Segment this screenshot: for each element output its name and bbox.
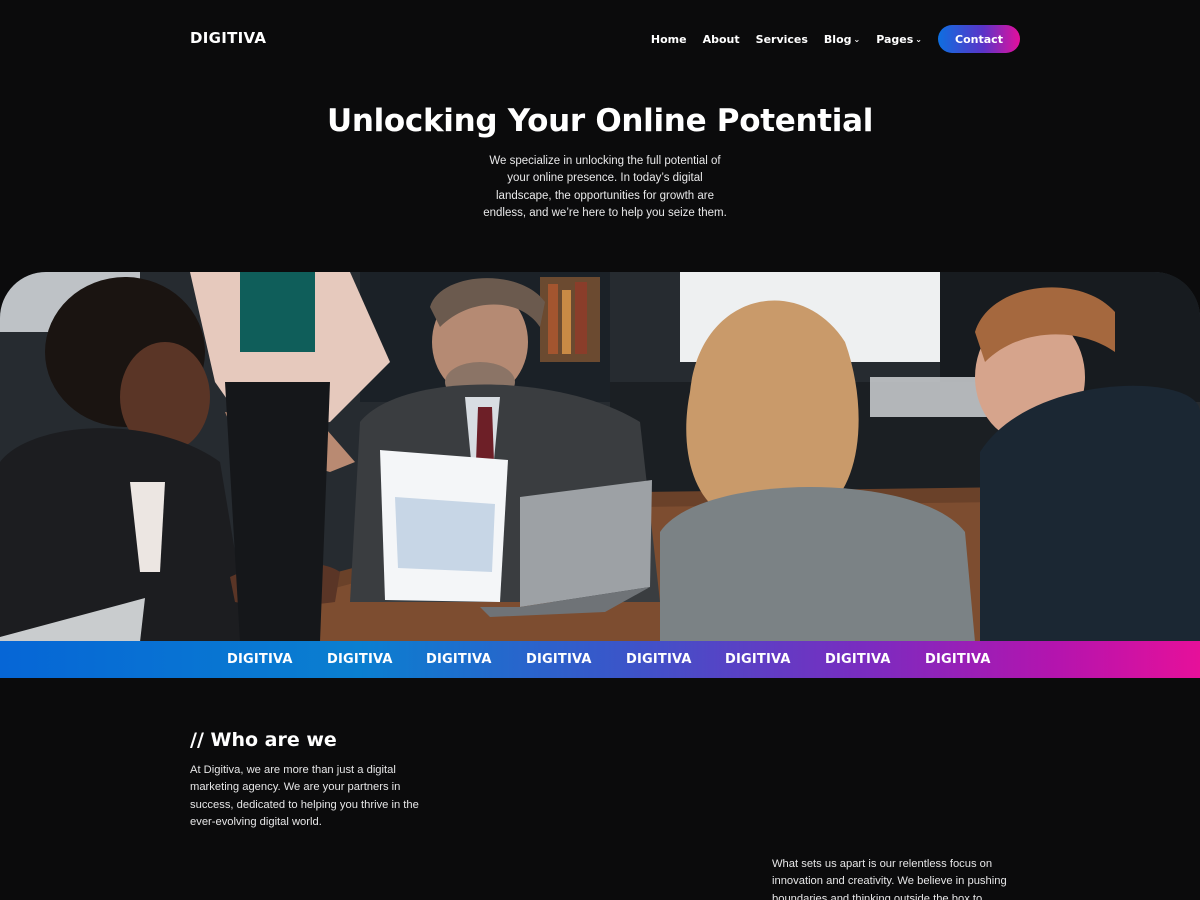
chevron-down-icon: ⌄ (853, 35, 861, 44)
contact-button[interactable]: Contact (938, 25, 1020, 53)
marquee-item: DIGITIVA (725, 652, 791, 667)
site-header: DIGITIVA Home About Services Blog ⌄ Page… (0, 0, 1200, 80)
site-logo[interactable]: DIGITIVA (190, 29, 266, 47)
nav-blog[interactable]: Blog ⌄ (824, 33, 860, 46)
what-sets-us-apart-text: What sets us apart is our relentless foc… (772, 858, 1007, 900)
who-are-we-heading: // Who are we (190, 729, 337, 751)
who-are-we-text: At Digitiva, we are more than just a dig… (190, 764, 419, 828)
marquee-item: DIGITIVA (825, 652, 891, 667)
marquee-item: DIGITIVA (925, 652, 991, 667)
nav-about-label: About (702, 32, 740, 46)
marquee-item: DIGITIVA (626, 652, 692, 667)
marquee-item: DIGITIVA (327, 652, 393, 667)
marquee-item: DIGITIVA (426, 652, 492, 667)
nav-home-label: Home (650, 32, 687, 46)
main-nav: Home About Services Blog ⌄ Pages ⌄ Conta… (651, 25, 1020, 53)
marquee-item: DIGITIVA (526, 652, 592, 667)
nav-services-label: Services (755, 32, 808, 46)
brand-marquee: DIGITIVA DIGITIVA DIGITIVA DIGITIVA DIGI… (0, 641, 1200, 678)
chevron-down-icon: ⌄ (915, 35, 922, 44)
team-meeting-image (0, 272, 1200, 642)
hero-subtitle: We specialize in unlocking the full pote… (483, 155, 727, 219)
nav-pages-label: Pages (876, 32, 914, 46)
hero-title: Unlocking Your Online Potential (326, 103, 874, 139)
nav-about[interactable]: About (703, 33, 740, 46)
nav-home[interactable]: Home (651, 33, 687, 46)
nav-services[interactable]: Services (756, 33, 808, 46)
team-meeting-photo-icon (0, 272, 1200, 642)
nav-blog-label: Blog (823, 32, 852, 46)
marquee-item: DIGITIVA (227, 652, 293, 667)
nav-pages[interactable]: Pages ⌄ (876, 33, 922, 46)
